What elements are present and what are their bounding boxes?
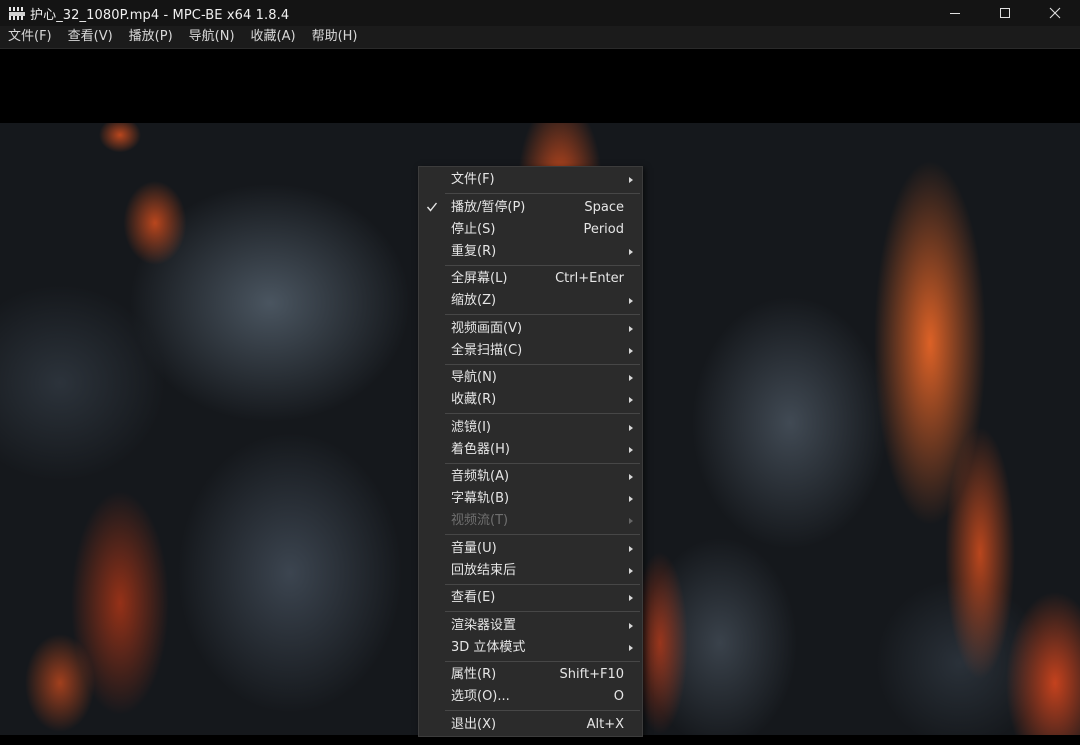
submenu-arrow-icon xyxy=(629,645,633,651)
menu-separator xyxy=(445,534,640,535)
menu-separator xyxy=(445,265,640,266)
menu-separator xyxy=(445,661,640,662)
menu-item[interactable]: 收藏(R) xyxy=(419,389,642,411)
menu-item[interactable]: 字幕轨(B) xyxy=(419,488,642,510)
menu-item[interactable]: 文件(F) xyxy=(419,169,642,191)
menu-item-label: 视频画面(V) xyxy=(451,321,523,336)
maximize-icon xyxy=(1000,8,1010,18)
menu-item[interactable]: 全屏幕(L) Ctrl+Enter xyxy=(419,268,642,290)
menu-item[interactable]: 着色器(H) xyxy=(419,439,642,461)
menu-item-label: 停止(S) xyxy=(451,222,496,237)
menu-item[interactable]: 3D 立体模式 xyxy=(419,637,642,659)
menu-item-label: 3D 立体模式 xyxy=(451,640,526,655)
menu-item-label: 收藏(R) xyxy=(451,392,497,407)
submenu-arrow-icon xyxy=(629,546,633,552)
title-bar[interactable]: 护心_32_1080P.mp4 - MPC-BE x64 1.8.4 xyxy=(0,0,1080,26)
menu-item[interactable]: 属性(R) Shift+F10 xyxy=(419,664,642,686)
context-menu: 文件(F) 播放/暂停(P) Space 停止(S) Period 重复(R) 全屏幕(L)… xyxy=(418,166,643,737)
menu-item-label: 全景扫描(C) xyxy=(451,343,523,358)
menu-item-label: 属性(R) xyxy=(451,667,497,682)
submenu-arrow-icon xyxy=(629,375,633,381)
menu-item-shortcut: Alt+X xyxy=(586,717,624,732)
menu-item-shortcut: Shift+F10 xyxy=(559,667,624,682)
menu-item-label: 音量(U) xyxy=(451,541,497,556)
checkmark-icon xyxy=(426,202,438,212)
minimize-icon xyxy=(950,13,960,14)
menu-item-label: 缩放(Z) xyxy=(451,293,497,308)
menu-file[interactable]: 文件(F) xyxy=(0,26,60,48)
menu-item-label: 重复(R) xyxy=(451,244,497,259)
menu-bar: 文件(F) 查看(V) 播放(P) 导航(N) 收藏(A) 帮助(H) xyxy=(0,26,1080,49)
menu-item[interactable]: 播放/暂停(P) Space xyxy=(419,197,642,219)
maximize-button[interactable] xyxy=(980,0,1030,26)
film-clapper-icon xyxy=(9,6,25,20)
close-icon xyxy=(1049,7,1061,19)
submenu-arrow-icon xyxy=(629,623,633,629)
menu-separator xyxy=(445,193,640,194)
menu-separator xyxy=(445,364,640,365)
window-controls xyxy=(930,0,1080,26)
menu-navigate[interactable]: 导航(N) xyxy=(181,26,243,48)
menu-item[interactable]: 音频轨(A) xyxy=(419,466,642,488)
menu-item[interactable]: 视频画面(V) xyxy=(419,318,642,340)
menu-separator xyxy=(445,314,640,315)
menu-item-label: 选项(O)... xyxy=(451,689,510,704)
menu-item-label: 着色器(H) xyxy=(451,442,510,457)
menu-item-label: 全屏幕(L) xyxy=(451,271,508,286)
menu-item[interactable]: 导航(N) xyxy=(419,367,642,389)
menu-separator xyxy=(445,611,640,612)
submenu-arrow-icon xyxy=(629,568,633,574)
menu-item[interactable]: 缩放(Z) xyxy=(419,290,642,312)
menu-separator xyxy=(445,413,640,414)
menu-item[interactable]: 音量(U) xyxy=(419,538,642,560)
submenu-arrow-icon xyxy=(629,496,633,502)
menu-item-label: 查看(E) xyxy=(451,590,496,605)
menu-item-label: 渲染器设置 xyxy=(451,618,517,633)
menu-separator xyxy=(445,463,640,464)
menu-play[interactable]: 播放(P) xyxy=(121,26,181,48)
menu-item-label: 文件(F) xyxy=(451,172,495,187)
menu-separator xyxy=(445,584,640,585)
menu-item[interactable]: 滤镜(I) xyxy=(419,417,642,439)
menu-separator xyxy=(445,710,640,711)
submenu-arrow-icon xyxy=(629,474,633,480)
menu-item-shortcut: O xyxy=(613,689,624,704)
menu-item[interactable]: 渲染器设置 xyxy=(419,615,642,637)
menu-item[interactable]: 回放结束后 xyxy=(419,560,642,582)
submenu-arrow-icon xyxy=(629,397,633,403)
menu-item-label: 字幕轨(B) xyxy=(451,491,510,506)
submenu-arrow-icon xyxy=(629,595,633,601)
menu-item-label: 播放/暂停(P) xyxy=(451,200,526,215)
menu-item-label: 滤镜(I) xyxy=(451,420,491,435)
menu-item[interactable]: 退出(X) Alt+X xyxy=(419,714,642,736)
submenu-arrow-icon xyxy=(629,518,633,524)
submenu-arrow-icon xyxy=(629,177,633,183)
menu-item[interactable]: 选项(O)... O xyxy=(419,686,642,708)
menu-item-label: 音频轨(A) xyxy=(451,469,510,484)
menu-favorites[interactable]: 收藏(A) xyxy=(243,26,304,48)
minimize-button[interactable] xyxy=(930,0,980,26)
close-button[interactable] xyxy=(1030,0,1080,26)
submenu-arrow-icon xyxy=(629,249,633,255)
menu-item-label: 回放结束后 xyxy=(451,563,517,578)
window-title: 护心_32_1080P.mp4 - MPC-BE x64 1.8.4 xyxy=(30,7,290,23)
menu-item[interactable]: 重复(R) xyxy=(419,241,642,263)
menu-item-label: 导航(N) xyxy=(451,370,497,385)
menu-item-shortcut: Period xyxy=(583,222,624,237)
submenu-arrow-icon xyxy=(629,348,633,354)
menu-help[interactable]: 帮助(H) xyxy=(304,26,366,48)
menu-item[interactable]: 查看(E) xyxy=(419,587,642,609)
menu-item-shortcut: Ctrl+Enter xyxy=(555,271,624,286)
menu-item-label: 视频流(T) xyxy=(451,513,509,528)
submenu-arrow-icon xyxy=(629,447,633,453)
menu-item[interactable]: 全景扫描(C) xyxy=(419,340,642,362)
menu-item-label: 退出(X) xyxy=(451,717,497,732)
submenu-arrow-icon xyxy=(629,425,633,431)
submenu-arrow-icon xyxy=(629,298,633,304)
menu-item-shortcut: Space xyxy=(584,200,624,215)
menu-view[interactable]: 查看(V) xyxy=(60,26,121,48)
submenu-arrow-icon xyxy=(629,326,633,332)
menu-item[interactable]: 停止(S) Period xyxy=(419,219,642,241)
menu-item: 视频流(T) xyxy=(419,510,642,532)
